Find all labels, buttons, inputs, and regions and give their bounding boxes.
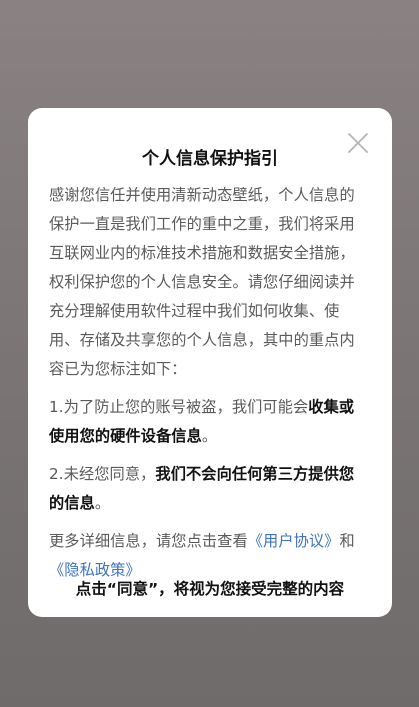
- point-2-suffix: 。: [94, 494, 111, 512]
- point-1: 1.为了防止您的账号被盗，我们可能会收集或使用您的硬件设备信息。: [49, 393, 367, 451]
- privacy-dialog: 个人信息保护指引 感谢您信任并使用清新动态壁纸，个人信息的保护一直是我们工作的重…: [28, 108, 392, 617]
- point-2: 2.未经您同意，我们不会向任何第三方提供您的信息。: [49, 460, 367, 518]
- point-1-suffix: 。: [201, 427, 218, 445]
- more-info-and: 和: [339, 532, 355, 550]
- intro-paragraph: 感谢您信任并使用清新动态壁纸，个人信息的保护一直是我们工作的重中之重，我们将采用…: [49, 186, 355, 378]
- dialog-title: 个人信息保护指引: [142, 149, 278, 169]
- point-2-text: 2.未经您同意，: [49, 465, 156, 483]
- point-1-text: 1.为了防止您的账号被盗，我们可能会: [49, 398, 309, 416]
- dialog-content: 感谢您信任并使用清新动态壁纸，个人信息的保护一直是我们工作的重中之重，我们将采用…: [49, 181, 367, 594]
- more-info-text: 更多详细信息，请您点击查看: [49, 532, 248, 550]
- consent-note: 点击“同意”，将视为您接受完整的内容: [75, 580, 345, 598]
- user-agreement-link[interactable]: 《用户协议》: [248, 532, 340, 550]
